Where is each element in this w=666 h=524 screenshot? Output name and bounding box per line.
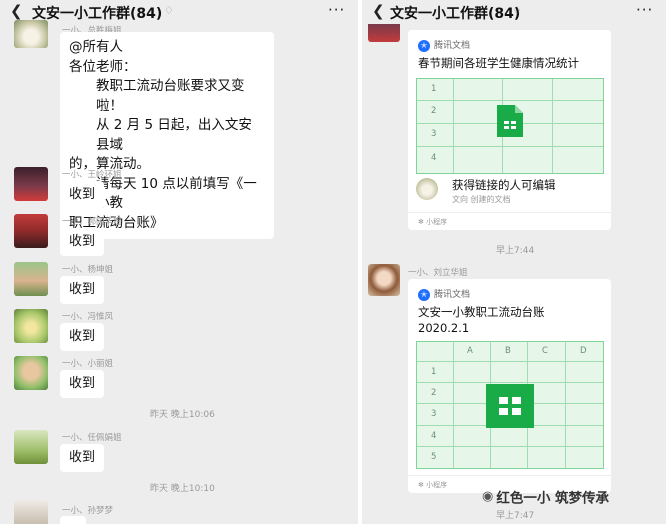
row-number: 2 [431, 106, 437, 116]
doc-source-label: 腾讯文档 [434, 41, 471, 51]
avatar[interactable] [14, 309, 48, 343]
chat-title: 文安一小工作群(84) [32, 6, 163, 22]
doc-source: ✭ 腾讯文档 [418, 38, 470, 52]
mini-program-icon: ✻ [418, 218, 424, 226]
tencent-docs-logo-icon: ✭ [418, 39, 430, 52]
avatar[interactable] [14, 500, 48, 524]
more-dots-icon[interactable]: ··· [636, 1, 653, 19]
avatar[interactable] [14, 356, 48, 390]
message-bubble[interactable]: 收到 [60, 181, 105, 209]
avatar[interactable] [14, 214, 48, 248]
official-account-watermark: ◉ 红色一小 筑梦传承 [482, 486, 609, 507]
row-number: 2 [431, 388, 437, 398]
doc-title: 春节期间各班学生健康情况统计 [418, 56, 579, 70]
announcement-line: 各位老师： [69, 58, 137, 75]
row-number: 1 [431, 367, 437, 377]
message-bubble[interactable]: 收到 [60, 323, 105, 351]
sender-name: 一小、杨坤姐 [62, 265, 114, 275]
mini-program-text: 小程序 [426, 481, 448, 489]
creator-avatar [416, 178, 438, 200]
announcement-line: 从 2 月 5 日起，出入文安县域 [96, 117, 252, 153]
doc-title: 文安一小教职工流动台账 [418, 305, 545, 319]
timestamp: 早上7:44 [496, 246, 535, 256]
chevron-left-icon[interactable]: ❮ [10, 2, 23, 20]
message-bubble[interactable]: 收到 [60, 228, 105, 256]
announcement-line: @所有人 [69, 39, 123, 55]
watermark-text: 红色一小 筑梦传承 [496, 490, 610, 507]
share-permission: 获得链接的人可编辑 [452, 178, 556, 192]
tencent-docs-logo-icon: ✭ [418, 288, 430, 301]
tencent-doc-card[interactable]: ✭ 腾讯文档 春节期间各班学生健康情况统计 1 2 3 4 获得链接的人可编辑 文… [408, 30, 611, 230]
mini-program-label: ✻ 小程序 [418, 480, 447, 490]
message-bubble[interactable]: 收到 [60, 276, 105, 304]
wechat-official-account-icon: ◉ [482, 489, 494, 504]
doc-source: ✭ 腾讯文档 [418, 287, 470, 301]
sheet-file-icon [486, 384, 534, 428]
row-number: 4 [431, 431, 437, 441]
sheet-preview: 1 2 3 4 [416, 78, 604, 174]
sender-name: 一小、郝国华姐 [62, 217, 122, 227]
column-letter: D [580, 346, 587, 356]
right-chat-screen: ❮ 文安一小工作群(84) ♢ ··· ✭ 腾讯文档 春节期间各班学生健康情况统计… [362, 0, 666, 524]
left-chat-screen: ❮ 文安一小工作群(84) ♢ ··· 一小、总胜梅姐 @所有人 各位老师： 教… [0, 0, 358, 524]
avatar[interactable] [14, 430, 48, 464]
mute-bell-icon: ♢ [512, 4, 522, 17]
chat-header: ❮ 文安一小工作群(84) ♢ ··· [362, 0, 666, 24]
more-dots-icon[interactable]: ··· [328, 1, 345, 19]
column-letter: A [467, 346, 473, 356]
sheet-file-icon [497, 105, 523, 137]
tencent-doc-card[interactable]: ✭ 腾讯文档 文安一小教职工流动台账 2020.2.1 A B C D 1 2 3… [408, 279, 611, 493]
avatar[interactable] [368, 24, 400, 42]
mute-bell-icon: ♢ [164, 4, 174, 17]
row-number: 1 [431, 84, 437, 94]
sender-name: 一小、冯惟凤 [62, 312, 114, 322]
column-letter: C [542, 346, 548, 356]
timestamp: 昨天 晚上10:10 [150, 484, 215, 494]
avatar[interactable] [14, 262, 48, 296]
chat-header: ❮ 文安一小工作群(84) ♢ ··· [0, 0, 358, 24]
chat-title: 文安一小工作群(84) [390, 6, 521, 22]
message-bubble[interactable]: 收到 [60, 444, 105, 472]
row-number: 4 [431, 153, 437, 163]
message-bubble[interactable] [60, 516, 86, 524]
sender-name: 一小、小丽姐 [62, 359, 114, 369]
doc-source-label: 腾讯文档 [434, 290, 471, 300]
mini-program-text: 小程序 [426, 218, 448, 226]
mini-program-label: ✻ 小程序 [418, 217, 447, 227]
avatar[interactable] [368, 264, 400, 296]
announcement-line: 教职工流动台账要求又变啦！ [96, 78, 245, 114]
chevron-left-icon[interactable]: ❮ [372, 2, 385, 20]
sender-name: 一小、孙梦梦 [62, 506, 114, 516]
row-number: 3 [431, 409, 437, 419]
doc-title-date: 2020.2.1 [418, 321, 470, 335]
timestamp: 早上7:47 [496, 511, 535, 521]
row-number: 3 [431, 129, 437, 139]
sender-name: 一小、任佩娟姐 [62, 433, 122, 443]
sheet-preview: A B C D 1 2 3 4 5 [416, 341, 604, 469]
mini-program-icon: ✻ [418, 481, 424, 489]
creator-label: 文向 创建的文档 [452, 195, 511, 204]
row-number: 5 [431, 452, 437, 462]
message-bubble[interactable]: 收到 [60, 370, 105, 398]
timestamp: 昨天 晚上10:06 [150, 410, 215, 420]
sender-name: 一小、刘立华姐 [408, 268, 468, 278]
avatar[interactable] [14, 167, 48, 201]
sender-name: 一小、王岭环姐 [62, 170, 122, 180]
column-letter: B [505, 346, 511, 356]
avatar[interactable] [14, 20, 48, 48]
